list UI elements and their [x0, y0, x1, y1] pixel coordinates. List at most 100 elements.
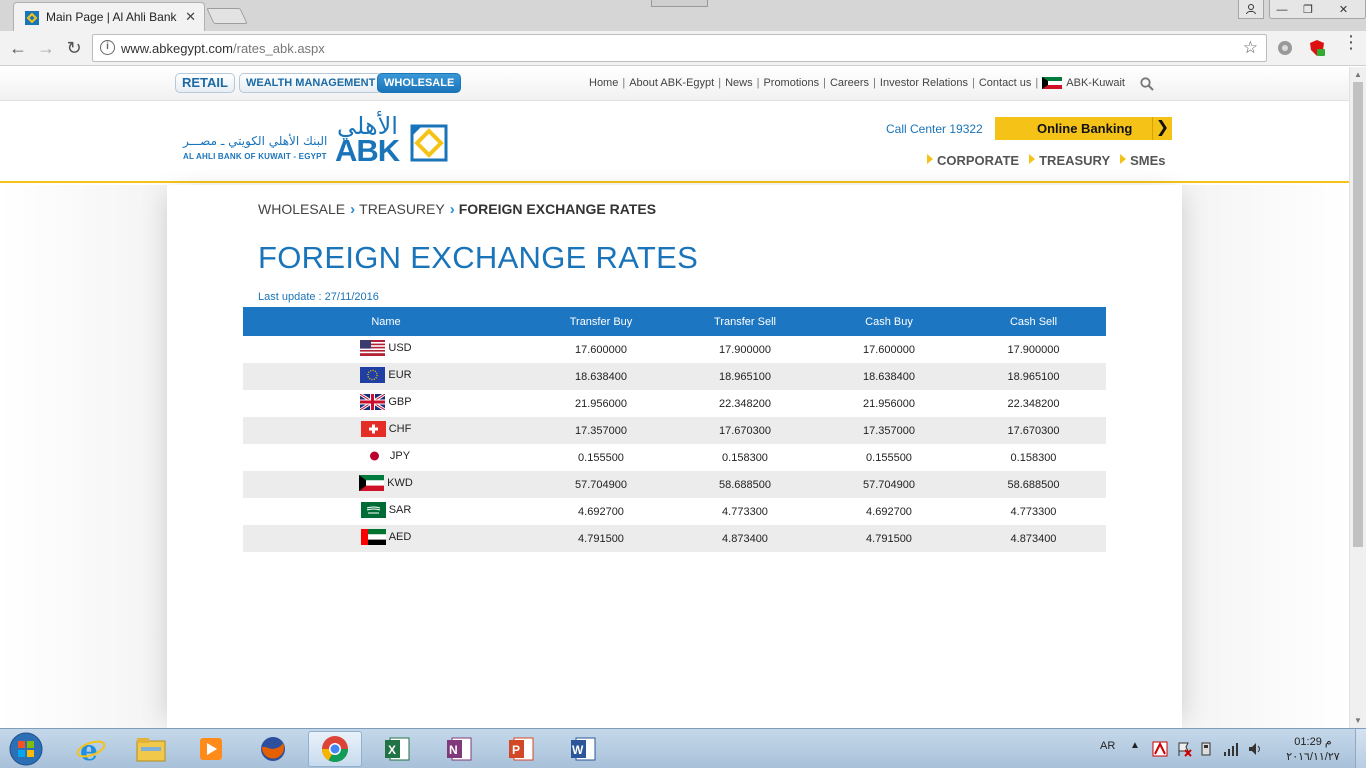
header-cash-buy: Cash Buy [817, 307, 961, 336]
currency-name: SAR [360, 502, 411, 518]
online-banking-button[interactable]: Online Banking ❯ [995, 117, 1172, 140]
titlebar-notch [651, 0, 708, 7]
onenote-icon[interactable]: N [432, 731, 486, 767]
internet-explorer-icon[interactable]: e [64, 731, 118, 767]
url-text[interactable]: www.abkegypt.com/rates_abk.aspx [121, 41, 325, 56]
vertical-scrollbar[interactable]: ▲ ▼ [1349, 67, 1366, 728]
powerpoint-icon[interactable]: P [494, 731, 548, 767]
show-hidden-icons[interactable]: ▲ [1130, 740, 1140, 751]
site-header: البنك الأهلي الكويتي ـ مصـــر AL AHLI BA… [0, 102, 1349, 183]
chevron-right-icon: ❯ [1152, 117, 1172, 140]
kuwait-flag-icon [359, 475, 385, 491]
volume-icon[interactable] [1247, 741, 1263, 757]
chevron-right-icon: › [449, 201, 455, 218]
triangle-bullet-icon [1120, 154, 1127, 164]
link-about[interactable]: About ABK-Egypt [629, 77, 714, 89]
link-careers[interactable]: Careers [830, 77, 869, 89]
flag-alert-tray-icon[interactable] [1176, 741, 1192, 757]
link-contact[interactable]: Contact us [979, 77, 1032, 89]
link-abk-kuwait[interactable]: ABK-Kuwait [1066, 77, 1125, 89]
tab-close-icon[interactable]: ✕ [185, 9, 196, 25]
back-button[interactable]: ← [6, 37, 30, 59]
extension-gray-icon[interactable] [1276, 39, 1294, 57]
link-news[interactable]: News [725, 77, 753, 89]
nav-corporate[interactable]: CORPORATE [927, 153, 1019, 168]
bookmark-star-icon[interactable]: ☆ [1243, 38, 1258, 58]
abk-logo[interactable]: البنك الأهلي الكويتي ـ مصـــر AL AHLI BA… [181, 110, 451, 170]
close-window-button[interactable]: ✕ [1321, 0, 1366, 19]
header-cash-sell: Cash Sell [961, 307, 1106, 336]
nav-treasury[interactable]: TREASURY [1029, 153, 1110, 168]
antivirus-tray-icon[interactable] [1152, 741, 1168, 757]
svg-text:P: P [512, 743, 520, 757]
network-signal-icon[interactable] [1223, 741, 1239, 757]
nav-smes[interactable]: SMEs [1120, 153, 1166, 168]
url-path: /rates_abk.aspx [233, 41, 325, 56]
abk-favicon-icon [25, 11, 39, 25]
header-transfer-buy: Transfer Buy [529, 307, 673, 336]
scroll-thumb[interactable] [1353, 82, 1363, 547]
extension-shield-icon[interactable] [1308, 39, 1326, 57]
link-investor-relations[interactable]: Investor Relations [880, 77, 968, 89]
call-center: Call Center 19322 [886, 122, 983, 136]
tray-clock[interactable]: 01:29 م ٢٠١٦/١١/٢٧ [1283, 735, 1343, 765]
breadcrumb-treasury[interactable]: TREASUREY [359, 201, 445, 217]
currency-name: CHF [360, 421, 411, 437]
table-row: USD 17.600000 17.900000 17.600000 17.900… [243, 336, 1106, 363]
table-row: EUR 18.638400 18.965100 18.638400 18.965… [243, 363, 1106, 390]
windows-start-icon[interactable] [4, 731, 48, 767]
clock-time: 01:29 م [1294, 736, 1332, 748]
media-player-icon[interactable] [184, 731, 238, 767]
windows-taskbar: e X N P W AR ▲ 01:29 م ٢٠١٦/١١/٢٧ [0, 728, 1366, 768]
info-icon[interactable]: i [100, 40, 115, 55]
abk-logo-mark-icon [410, 124, 448, 162]
browser-toolbar: ← → ↻ i www.abkegypt.com/rates_abk.aspx … [0, 31, 1366, 66]
language-indicator[interactable]: AR [1100, 740, 1115, 752]
browser-tab[interactable]: Main Page | Al Ahli Bank ✕ [13, 2, 205, 31]
user-profile-icon[interactable] [1238, 0, 1264, 19]
maximize-button[interactable]: ❐ [1295, 0, 1321, 19]
segment-retail-button[interactable]: RETAIL [175, 73, 235, 93]
page-title: FOREIGN EXCHANGE RATES [258, 240, 699, 275]
new-tab-button[interactable] [206, 8, 248, 24]
show-desktop-button[interactable] [1355, 729, 1366, 768]
excel-icon[interactable]: X [370, 731, 424, 767]
reload-button[interactable]: ↻ [62, 37, 86, 59]
uae-flag-icon [360, 529, 386, 545]
uk-flag-icon [360, 394, 386, 410]
segment-wealth-button[interactable]: WEALTH MANAGEMENT [239, 73, 383, 93]
firefox-icon[interactable] [246, 731, 300, 767]
site-top-strip: RETAIL WEALTH MANAGEMENT WHOLESALE Home |… [0, 67, 1349, 101]
breadcrumb-wholesale[interactable]: WHOLESALE [258, 201, 345, 217]
header-transfer-sell: Transfer Sell [673, 307, 817, 336]
side-shade-right [1182, 185, 1349, 728]
segment-wholesale-button[interactable]: WHOLESALE [377, 73, 462, 93]
minimize-button[interactable]: — [1269, 0, 1295, 19]
word-icon[interactable]: W [556, 731, 610, 767]
last-update: Last update : 27/11/2016 [258, 291, 379, 303]
exchange-rates-table: Name Transfer Buy Transfer Sell Cash Buy… [243, 307, 1106, 552]
japan-flag-icon [361, 448, 387, 464]
kuwait-flag-icon [1042, 77, 1063, 89]
forward-button[interactable]: → [34, 37, 58, 59]
link-promotions[interactable]: Promotions [763, 77, 819, 89]
saudi-flag-icon [360, 502, 386, 518]
table-row: GBP 21.956000 22.348200 21.956000 22.348… [243, 390, 1106, 417]
clock-date: ٢٠١٦/١١/٢٧ [1286, 751, 1340, 763]
online-banking-label: Online Banking [1037, 121, 1133, 136]
eu-flag-icon [360, 367, 386, 383]
browser-menu-icon[interactable]: ⋮ [1342, 33, 1360, 57]
scroll-down-icon[interactable]: ▼ [1354, 716, 1362, 725]
table-row: KWD 57.704900 58.688500 57.704900 58.688… [243, 471, 1106, 498]
usb-device-tray-icon[interactable] [1199, 741, 1215, 757]
search-icon[interactable] [1140, 77, 1154, 91]
scroll-up-icon[interactable]: ▲ [1354, 70, 1362, 79]
file-explorer-icon[interactable] [124, 731, 178, 767]
side-shade-left [0, 185, 167, 728]
logo-abk-wordmark: ABK [335, 133, 400, 168]
link-home[interactable]: Home [589, 77, 618, 89]
logo-arabic-text: البنك الأهلي الكويتي ـ مصـــر [183, 134, 328, 148]
swiss-flag-icon [360, 421, 386, 437]
chrome-icon[interactable] [308, 731, 362, 767]
address-bar[interactable]: i www.abkegypt.com/rates_abk.aspx ☆ [92, 34, 1267, 62]
